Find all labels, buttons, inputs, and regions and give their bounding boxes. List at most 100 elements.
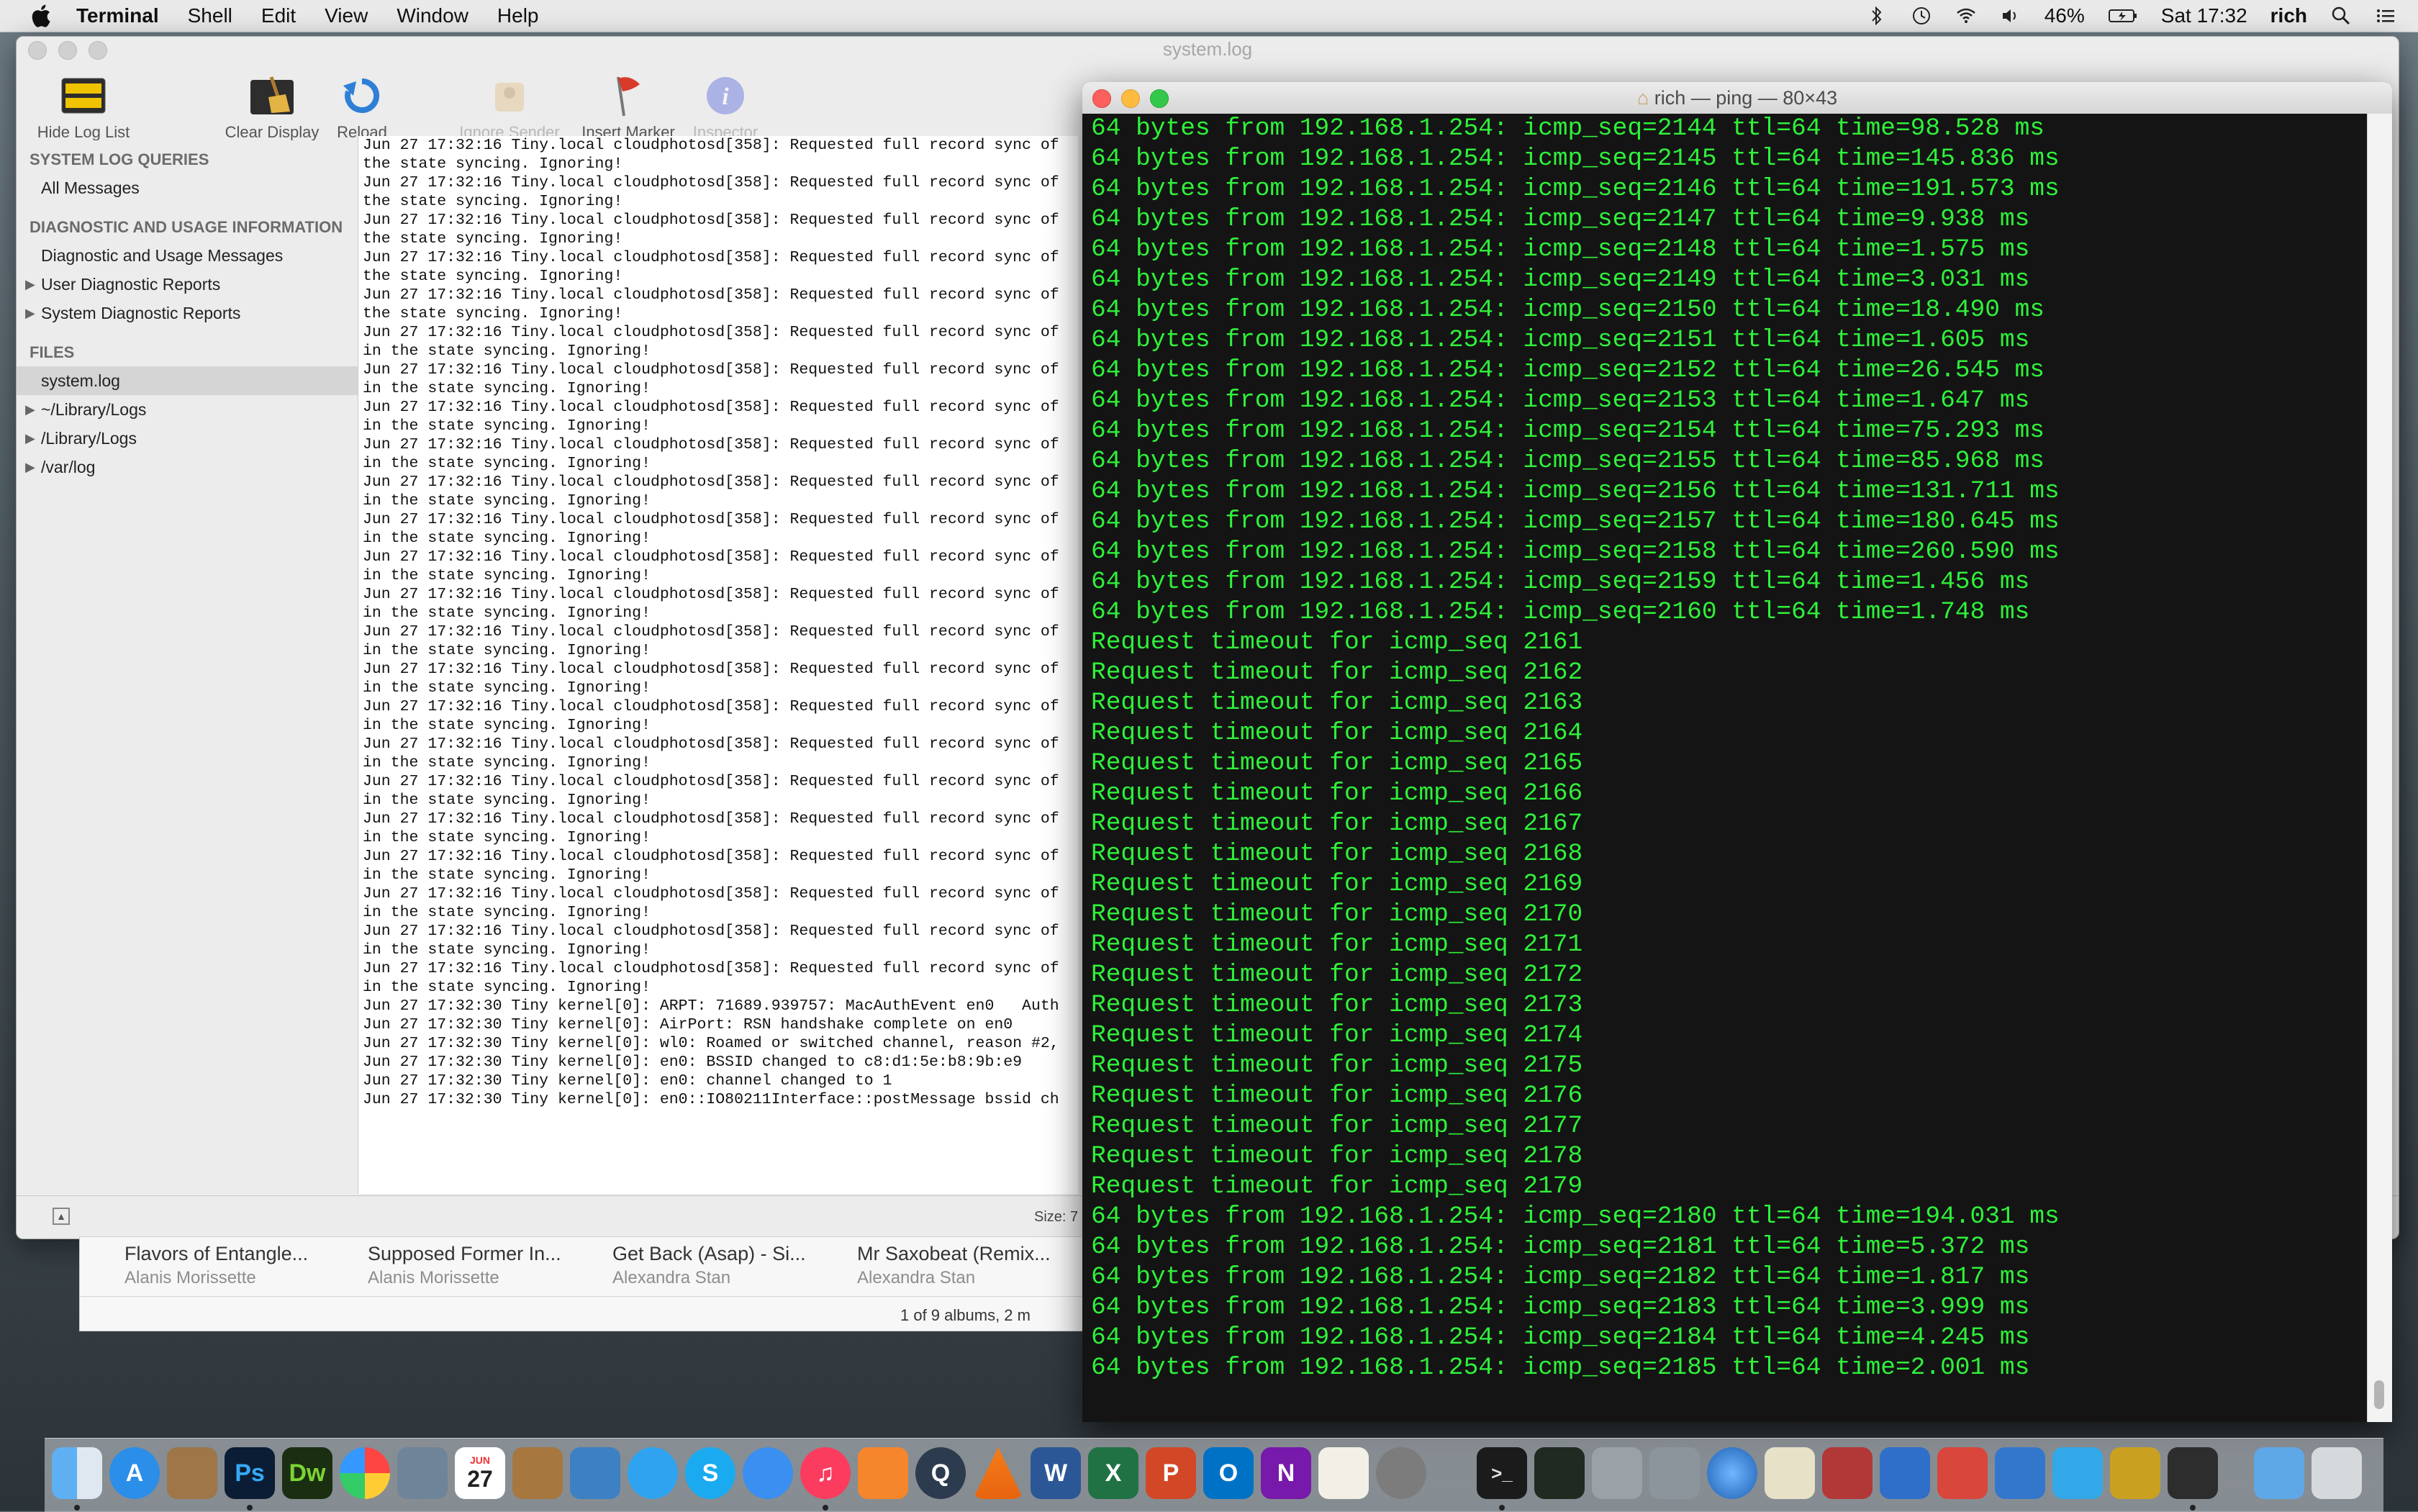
app-store-icon[interactable]: A — [109, 1447, 160, 1499]
menu-view[interactable]: View — [325, 4, 368, 27]
console-sidebar: SYSTEM LOG QUERIES All Messages DIAGNOST… — [17, 140, 358, 1184]
system-preferences-icon[interactable] — [1376, 1447, 1426, 1499]
vlc-icon[interactable] — [973, 1447, 1023, 1499]
scrollbar-thumb[interactable] — [2374, 1380, 2384, 1409]
ibooks-icon[interactable] — [858, 1447, 908, 1499]
disclosure-triangle-icon[interactable]: ▶ — [25, 453, 35, 481]
calendar-icon[interactable]: JUN 27 — [455, 1447, 505, 1499]
console-titlebar[interactable]: system.log — [17, 37, 2399, 61]
menu-help[interactable]: Help — [497, 4, 539, 27]
notes-icon[interactable] — [167, 1447, 217, 1499]
network-utility-icon[interactable] — [1649, 1447, 1700, 1499]
finder-icon[interactable] — [52, 1447, 102, 1499]
airport-utility-icon[interactable] — [1995, 1447, 2045, 1499]
sidebar-item-system-log[interactable]: system.log — [17, 366, 358, 395]
sidebar-item-library-logs[interactable]: ▶/Library/Logs — [17, 424, 358, 453]
sidebar-item-diagnostic-messages[interactable]: Diagnostic and Usage Messages — [17, 241, 358, 270]
textedit-icon[interactable] — [1318, 1447, 1369, 1499]
mail-icon[interactable] — [570, 1447, 620, 1499]
spotlight-search-icon[interactable] — [2330, 5, 2352, 27]
zoom-button[interactable] — [1150, 89, 1169, 108]
terminal-output[interactable]: 64 bytes from 192.168.1.254: icmp_seq=21… — [1082, 114, 2368, 1422]
terminal-window-controls — [1092, 89, 1169, 108]
excel-icon[interactable]: X — [1088, 1447, 1138, 1499]
sidebar-item-user-diagnostic-reports[interactable]: ▶ User Diagnostic Reports — [17, 270, 358, 299]
log-line: Jun 27 17:32:16 Tiny.local cloudphotosd[… — [363, 623, 1059, 640]
network-globe-icon[interactable] — [1707, 1447, 1757, 1499]
menu-shell[interactable]: Shell — [188, 4, 232, 27]
terminal-titlebar[interactable]: ⌂ rich — ping — 80×43 — [1082, 82, 2392, 114]
album-item[interactable]: Get Back (Asap) - Si... Alexandra Stan — [612, 1243, 850, 1288]
dreamweaver-icon[interactable]: Dw — [282, 1447, 332, 1499]
notification-center-icon[interactable] — [2375, 5, 2396, 27]
menubar-user[interactable]: rich — [2270, 4, 2307, 27]
disclosure-triangle-icon[interactable]: ▶ — [25, 270, 35, 299]
twitter-icon[interactable] — [2052, 1447, 2103, 1499]
apple-menu-icon[interactable] — [26, 3, 55, 29]
hide-log-list-button[interactable]: Hide Log List — [30, 73, 137, 142]
word-icon[interactable]: W — [1031, 1447, 1081, 1499]
sidebar-item-var-log[interactable]: ▶/var/log — [17, 453, 358, 481]
terminal-line: Request timeout for icmp_seq 2167 — [1091, 810, 1583, 838]
photoshop-icon[interactable]: Ps — [225, 1447, 275, 1499]
running-indicator — [823, 1505, 828, 1511]
remote-desktop-icon[interactable] — [1937, 1447, 1988, 1499]
terminal-icon[interactable]: >_ — [1477, 1447, 1527, 1499]
photo-booth-icon[interactable] — [1822, 1447, 1873, 1499]
disclosure-triangle-icon[interactable]: ▶ — [25, 395, 35, 424]
show-details-icon[interactable]: ▲ — [53, 1208, 70, 1225]
close-button[interactable] — [1092, 89, 1111, 108]
menubar-clock[interactable]: Sat 17:32 — [2161, 4, 2247, 27]
menu-app-terminal[interactable]: Terminal — [76, 4, 159, 27]
safari-icon[interactable] — [743, 1447, 793, 1499]
log-message-area[interactable]: Jun 27 17:32:16 Tiny.local cloudphotosd[… — [358, 136, 1078, 1194]
insert-marker-button[interactable]: Insert Marker — [571, 73, 686, 142]
battery-percent: 46% — [2044, 4, 2085, 27]
log-line: the state syncing. Ignoring! — [363, 268, 623, 285]
preview-icon[interactable] — [397, 1447, 448, 1499]
messages-icon[interactable] — [628, 1447, 678, 1499]
contacts-icon[interactable] — [512, 1447, 563, 1499]
quicktime-icon[interactable]: Q — [915, 1447, 966, 1499]
itunes-icon[interactable]: ♫ — [800, 1447, 851, 1499]
album-artist: Alanis Morissette — [368, 1268, 499, 1287]
terminal-scrollbar[interactable] — [2367, 114, 2392, 1422]
clear-display-button[interactable]: Clear Display — [211, 73, 333, 142]
log-line: in the state syncing. Ignoring! — [363, 417, 651, 435]
disclosure-triangle-icon[interactable]: ▶ — [25, 424, 35, 453]
disk-utility-icon[interactable] — [1592, 1447, 1642, 1499]
activity-monitor-icon[interactable] — [1534, 1447, 1585, 1499]
ignore-sender-button[interactable]: Ignore Sender — [448, 73, 571, 142]
photos-icon[interactable] — [340, 1447, 390, 1499]
menu-edit[interactable]: Edit — [261, 4, 296, 27]
album-item[interactable]: Supposed Former In... Alanis Morissette — [368, 1243, 605, 1288]
time-machine-icon[interactable] — [1911, 5, 1932, 27]
onenote-icon[interactable]: N — [1261, 1447, 1311, 1499]
inspector-button[interactable]: i Inspector — [686, 73, 765, 142]
outlook-icon[interactable]: O — [1203, 1447, 1254, 1499]
sidebar-item-system-diagnostic-reports[interactable]: ▶ System Diagnostic Reports — [17, 299, 358, 327]
keychain-icon[interactable] — [1765, 1447, 1815, 1499]
skype-icon[interactable]: S — [685, 1447, 735, 1499]
log-line: in the state syncing. Ignoring! — [363, 904, 651, 921]
reload-button[interactable]: Reload — [326, 73, 398, 142]
disclosure-triangle-icon[interactable]: ▶ — [25, 299, 35, 327]
minimize-button[interactable] — [1121, 89, 1140, 108]
album-item[interactable]: Flavors of Entangle... Alanis Morissette — [124, 1243, 362, 1288]
console-log-icon — [60, 73, 107, 119]
screen-sharing-icon[interactable] — [1880, 1447, 1930, 1499]
volume-icon[interactable] — [2000, 5, 2021, 27]
status-area: 46% Sat 17:32 rich — [1866, 0, 2396, 32]
archive-utility-icon[interactable] — [2110, 1447, 2160, 1499]
sidebar-item-all-messages[interactable]: All Messages — [17, 173, 358, 202]
menu-window[interactable]: Window — [397, 4, 468, 27]
wifi-icon[interactable] — [1955, 5, 1977, 27]
bluetooth-icon[interactable] — [1866, 5, 1888, 27]
sidebar-item-user-library-logs[interactable]: ▶ ~/Library/Logs — [17, 395, 358, 424]
battery-charging-icon[interactable] — [2108, 5, 2138, 27]
album-item[interactable]: Mr Saxobeat (Remix... Alexandra Stan — [857, 1243, 1095, 1288]
trash-icon[interactable] — [2311, 1447, 2362, 1499]
console-icon[interactable] — [2168, 1447, 2218, 1499]
powerpoint-icon[interactable]: P — [1146, 1447, 1196, 1499]
downloads-folder-icon[interactable] — [2254, 1447, 2304, 1499]
